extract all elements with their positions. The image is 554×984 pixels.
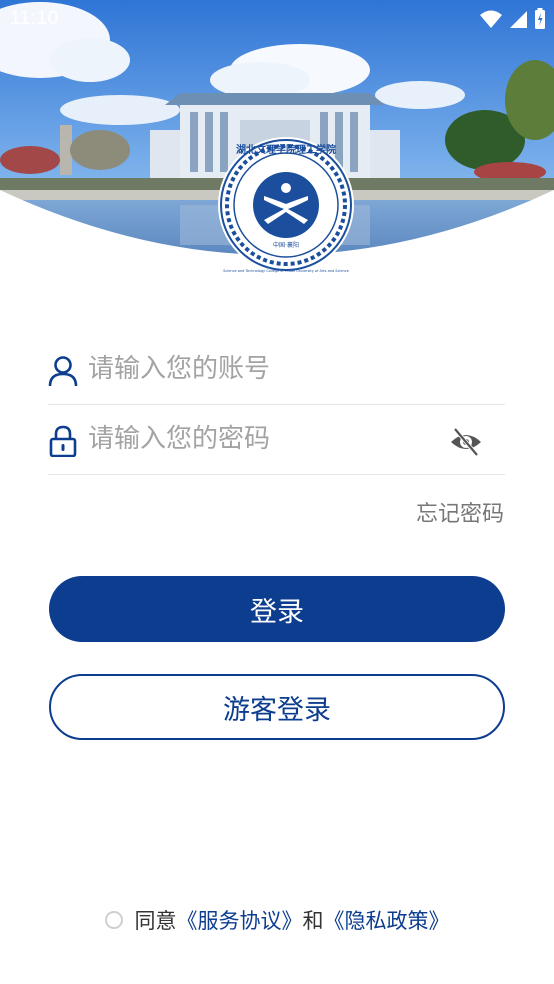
forgot-password-link[interactable]: 忘记密码 [416,496,504,528]
privacy-policy-link[interactable]: 《隐私政策》 [324,905,450,935]
user-icon [48,356,78,387]
agree-and: 和 [302,909,324,933]
agree-radio[interactable] [104,911,123,929]
password-field [48,405,505,475]
wifi-icon [480,10,502,28]
signal-icon [510,11,527,28]
college-logo: 湖北文理学院理工学院 Science and Technology Colleg… [216,130,356,280]
battery-icon [535,8,545,29]
logo-text-top: 湖北文理学院理工学院 [236,143,336,156]
logo-text-side: Science and Technology College of Hubei … [223,269,349,273]
login-button[interactable]: 登录 [49,576,505,642]
status-bar: 11:10 [0,0,554,40]
lock-icon [49,425,77,457]
agreement-row: 同意 《服务协议》 和 《隐私政策》 [0,905,554,935]
eye-off-icon[interactable] [449,425,483,459]
service-agreement-link[interactable]: 《服务协议》 [177,905,303,935]
account-input[interactable] [88,349,428,389]
account-field [48,335,505,405]
status-time: 11:10 [10,8,59,29]
password-input[interactable] [88,419,428,459]
guest-login-button[interactable]: 游客登录 [49,674,505,740]
logo-text-bottom: 中国·襄阳 [273,241,299,249]
agree-prefix: 同意 [134,909,177,933]
